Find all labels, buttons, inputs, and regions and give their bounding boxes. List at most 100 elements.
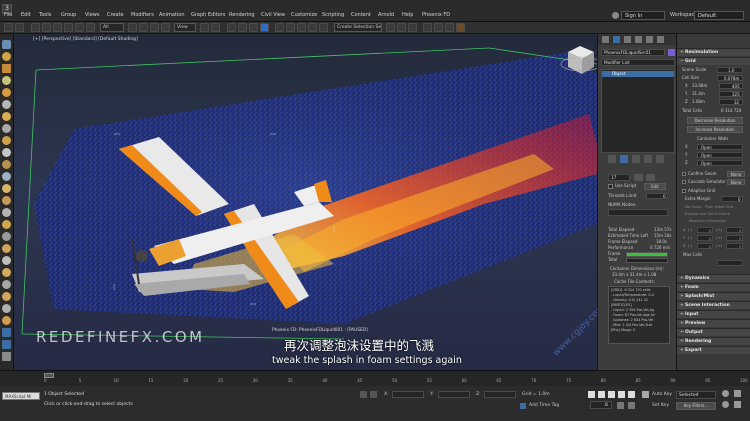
menu-graph-editors[interactable]: Graph Editors: [191, 12, 225, 19]
hose-tool-icon[interactable]: [2, 268, 11, 277]
scale-icon[interactable]: [150, 23, 159, 32]
configure-sets-icon[interactable]: [656, 155, 664, 163]
rollout-export[interactable]: Export: [677, 346, 750, 354]
snap-toggle-icon[interactable]: [227, 23, 236, 32]
object-name-field[interactable]: PhoenixFDLiquidSrc01: [601, 49, 665, 56]
oil-tank-tool-icon[interactable]: [2, 208, 11, 217]
key-filters-button[interactable]: Key Filters...: [676, 402, 716, 410]
max-cells-field[interactable]: [717, 260, 743, 266]
edit-named-sets-icon[interactable]: [275, 23, 284, 32]
key-icon[interactable]: [642, 391, 649, 398]
timeline[interactable]: 0 5 10 15 20 25 30 35 40 45 50 55 60 65 70 75 80 85 90 95 10…: [0, 370, 750, 386]
go-to-start-icon[interactable]: [588, 391, 595, 398]
rollout-rendering[interactable]: Rendering: [677, 337, 750, 345]
motion-tab-icon[interactable]: [635, 36, 642, 43]
go-to-end-icon[interactable]: [628, 391, 635, 398]
plane-tool-icon[interactable]: [2, 160, 11, 169]
rollout-resimulation[interactable]: Resimulation: [677, 48, 750, 56]
play-icon[interactable]: [608, 391, 615, 398]
display-tab-icon[interactable]: [646, 36, 653, 43]
lock-selection-icon[interactable]: [360, 391, 367, 398]
menu-scripting[interactable]: Scripting: [322, 12, 344, 19]
box-tool-icon[interactable]: [2, 64, 11, 73]
no-grow-option[interactable]: No Grow... Than Initial Grid: [685, 205, 733, 210]
add-time-tag-icon[interactable]: [520, 403, 526, 409]
expand-option[interactable]: Expand and Don't Shrink: [685, 212, 730, 217]
rollout-splash-mist[interactable]: Splash/Mist: [677, 292, 750, 300]
rollout-dynamics[interactable]: Dynamics: [677, 274, 750, 282]
schematic-view-icon[interactable]: [397, 23, 406, 32]
add-time-tag-label[interactable]: Add Time Tag: [529, 403, 559, 409]
menu-file[interactable]: File: [4, 12, 12, 19]
menu-customize[interactable]: Customize: [291, 12, 317, 19]
object-color-swatch[interactable]: [668, 49, 675, 56]
placement-icon[interactable]: [161, 23, 170, 32]
menu-phoenix-fd[interactable]: Phoenix FD: [422, 12, 450, 19]
link-icon[interactable]: [31, 23, 40, 32]
time-config-icon[interactable]: [628, 402, 635, 409]
render-teapot-icon[interactable]: [456, 23, 465, 32]
spinner-snap-icon[interactable]: [260, 23, 269, 32]
cascade-button[interactable]: None: [727, 179, 745, 185]
menu-help[interactable]: Help: [402, 12, 413, 19]
capsule-tool-icon[interactable]: [2, 244, 11, 253]
select-object-icon[interactable]: [64, 23, 73, 32]
exp-y-plus-field[interactable]: 0: [726, 235, 743, 241]
start-frame-field[interactable]: 17: [608, 174, 630, 181]
angle-snap-icon[interactable]: [238, 23, 247, 32]
curve-editor-icon[interactable]: [386, 23, 395, 32]
tube-tool-icon[interactable]: [2, 124, 11, 133]
menu-views[interactable]: Views: [85, 12, 99, 19]
decrease-resolution-button[interactable]: Decrease Resolution: [687, 117, 743, 124]
ring-wave-tool-icon[interactable]: [2, 292, 11, 301]
zoom-icon[interactable]: [722, 390, 729, 397]
edit-script-button[interactable]: Edit: [644, 183, 666, 190]
menu-edit[interactable]: Edit: [21, 12, 31, 19]
align-icon[interactable]: [297, 23, 306, 32]
textplus-tool-icon[interactable]: [2, 172, 11, 181]
gengon-tool-icon[interactable]: [2, 232, 11, 241]
torus-knot-tool-icon[interactable]: [2, 304, 11, 313]
hedra-tool-icon[interactable]: [2, 184, 11, 193]
pin-stack-icon[interactable]: [608, 155, 616, 163]
user-icon[interactable]: [612, 12, 619, 19]
stack-item-object[interactable]: Object: [602, 71, 674, 77]
c-ext-tool-icon[interactable]: [2, 328, 11, 337]
select-tool-icon[interactable]: [2, 40, 11, 49]
rollout-output[interactable]: Output: [677, 328, 750, 336]
wall-y-dropdown[interactable]: Open: [697, 152, 743, 158]
cylinder-tool-icon[interactable]: [2, 76, 11, 85]
play-sim-icon[interactable]: [634, 174, 643, 181]
lathe-tool-icon[interactable]: [2, 256, 11, 265]
hierarchy-tab-icon[interactable]: [624, 36, 631, 43]
key-mode-icon[interactable]: [617, 402, 624, 409]
spindle-tool-icon[interactable]: [2, 220, 11, 229]
menu-arnold[interactable]: Arnold: [378, 12, 394, 19]
rollout-scene-interaction[interactable]: Scene Interaction: [677, 301, 750, 309]
next-frame-icon[interactable]: [618, 391, 625, 398]
dim-z-field[interactable]: 32: [719, 99, 743, 105]
modify-tab-icon[interactable]: [613, 36, 620, 43]
render-setup-icon[interactable]: [423, 23, 432, 32]
chamfer-box-tool-icon[interactable]: [2, 196, 11, 205]
auto-key-button[interactable]: Auto Key: [652, 392, 672, 398]
pivot-center-icon[interactable]: [200, 23, 209, 32]
material-editor-icon[interactable]: [408, 23, 417, 32]
menu-civil-view[interactable]: Civil View: [261, 12, 285, 19]
absolute-mode-icon[interactable]: [370, 391, 377, 398]
rect-selection-icon[interactable]: [86, 23, 95, 32]
sphere-tool-icon[interactable]: [2, 52, 11, 61]
threads-limit-field[interactable]: 0: [646, 193, 668, 199]
bind-space-warp-icon[interactable]: [53, 23, 62, 32]
current-frame-field[interactable]: 8: [590, 401, 612, 409]
increase-resolution-button[interactable]: Increase Resolution: [687, 126, 743, 133]
geosphere-tool-icon[interactable]: [2, 112, 11, 121]
perspective-viewport[interactable]: [+] [Perspective] [Standard] [Default Sh…: [14, 34, 597, 370]
adaptive-grid-checkbox[interactable]: [682, 189, 686, 193]
mirror-icon[interactable]: [286, 23, 295, 32]
menu-modifiers[interactable]: Modifiers: [131, 12, 154, 19]
confine-geom-checkbox[interactable]: [682, 172, 686, 176]
dim-x-field[interactable]: 405: [719, 83, 743, 89]
coord-y-field[interactable]: [438, 391, 470, 398]
cell-size-field[interactable]: 0.078m: [717, 75, 743, 81]
